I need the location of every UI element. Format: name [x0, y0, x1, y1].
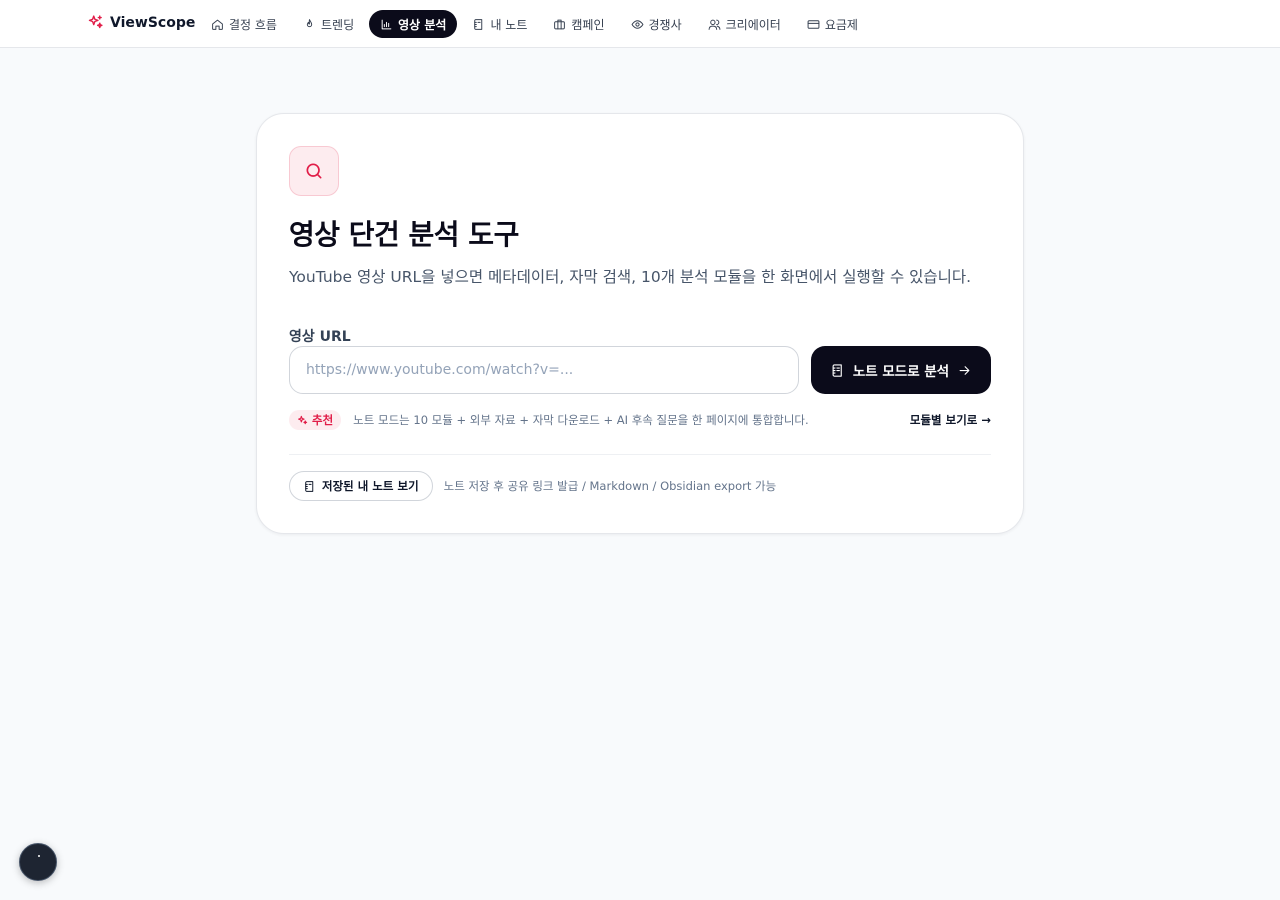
credit-card-icon [807, 19, 820, 29]
divider [289, 454, 991, 455]
nav-item-video-analysis[interactable]: 영상 분석 [369, 10, 458, 38]
nav-item-decision-flow[interactable]: 결정 흐름 [200, 10, 288, 38]
url-field-label: 영상 URL [289, 329, 351, 345]
notebook-icon [305, 480, 314, 492]
notebook-icon [832, 363, 842, 377]
search-badge [289, 146, 339, 196]
nav-item-label: 트렌딩 [320, 17, 355, 32]
recommendation-row: 추천 노트 모드는 10 모듈 + 외부 자료 + 자막 다운로드 + AI 후… [289, 410, 991, 430]
nav-item-competitors[interactable]: 경쟁사 [620, 10, 693, 38]
nav-item-pricing[interactable]: 요금제 [796, 10, 869, 38]
briefcase-icon [554, 19, 566, 29]
nav-item-label: 내 노트 [490, 17, 528, 32]
page-subtitle: YouTube 영상 URL을 넣으면 메타데이터, 자막 검색, 10개 분석… [289, 268, 972, 286]
nav-item-trending[interactable]: 트렌딩 [292, 10, 365, 38]
flame-icon [306, 18, 313, 27]
assistant-dot-icon [38, 855, 40, 857]
eye-icon [631, 19, 643, 29]
recommend-badge-label: 추천 [312, 413, 334, 427]
video-analysis-card: 영상 단건 분석 도구 YouTube 영상 URL을 넣으면 메타데이터, 자… [256, 113, 1024, 534]
nav-item-campaign[interactable]: 캠페인 [542, 10, 615, 38]
recommend-description: 노트 모드는 10 모듈 + 외부 자료 + 자막 다운로드 + AI 후속 질… [353, 413, 809, 427]
sparkles-icon [88, 15, 103, 29]
nav-item-my-notes[interactable]: 내 노트 [461, 10, 538, 38]
recommend-badge: 추천 [289, 410, 342, 430]
nav-item-label: 캠페인 [571, 17, 605, 32]
search-icon [306, 163, 322, 179]
nav-item-label: 결정 흐름 [229, 17, 277, 32]
main-nav: 결정 흐름 트렌딩 영상 분석 내 노트 캠페인 경쟁사 크리에이터 요금제 [200, 10, 869, 38]
saved-notes-row: 저장된 내 노트 보기 노트 저장 후 공유 링크 발급 / Markdown … [289, 471, 776, 501]
nav-item-label: 요금제 [824, 17, 858, 32]
video-url-input[interactable] [289, 346, 799, 394]
top-navigation-bar: ViewScope 결정 흐름 트렌딩 영상 분석 내 노트 캠페인 경쟁사 크… [0, 0, 1280, 48]
bar-chart-icon [381, 19, 392, 29]
module-view-link[interactable]: 모듈별 보기로 → [910, 412, 991, 428]
sparkles-icon [298, 415, 308, 424]
analyze-button-label: 노트 모드로 분석 [852, 364, 950, 380]
home-icon [212, 19, 223, 30]
arrow-right-icon [959, 365, 970, 375]
nav-item-label: 크리에이터 [725, 17, 781, 32]
nav-item-creators[interactable]: 크리에이터 [697, 10, 792, 38]
nav-item-label: 영상 분석 [398, 17, 447, 32]
saved-notes-label: 저장된 내 노트 보기 [322, 479, 419, 493]
nav-item-label: 경쟁사 [648, 17, 682, 32]
floating-assistant-button[interactable] [19, 843, 57, 881]
saved-notes-button[interactable]: 저장된 내 노트 보기 [289, 471, 433, 501]
saved-notes-description: 노트 저장 후 공유 링크 발급 / Markdown / Obsidian e… [443, 479, 777, 493]
notebook-icon [474, 18, 483, 30]
page-title: 영상 단건 분석 도구 [289, 218, 519, 251]
brand-logo[interactable]: ViewScope [87, 14, 195, 31]
users-icon [708, 19, 721, 30]
brand-name: ViewScope [110, 14, 196, 31]
analyze-note-mode-button[interactable]: 노트 모드로 분석 [811, 346, 991, 394]
